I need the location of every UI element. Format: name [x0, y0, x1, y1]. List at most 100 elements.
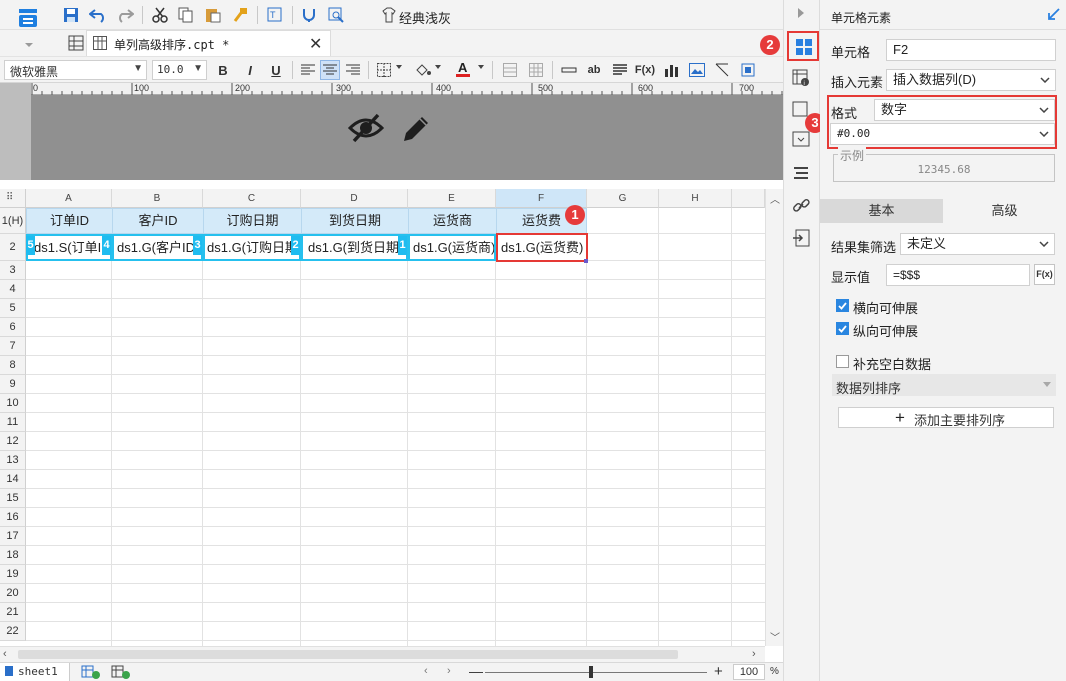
image-icon[interactable]	[687, 60, 707, 80]
fill-handle[interactable]	[584, 259, 588, 263]
preview-icon[interactable]	[326, 5, 346, 25]
hyperlink-icon[interactable]	[792, 197, 812, 217]
row-header[interactable]: 9	[0, 375, 26, 394]
spreadsheet-grid[interactable]: ⠿ A B C D E F G H 1(H) 2 3 4 5 6 7 8 9 10 11 12 13 14…	[0, 189, 765, 646]
row-header[interactable]: 4	[0, 280, 26, 299]
cell-B1[interactable]: 客户ID	[112, 208, 204, 234]
theme-label[interactable]: 经典浅灰	[399, 8, 451, 27]
underline-icon[interactable]: U	[266, 60, 286, 80]
horizontal-scrollbar[interactable]: ‹ ›	[0, 646, 765, 662]
row-header[interactable]: 19	[0, 565, 26, 584]
row-header[interactable]: 14	[0, 470, 26, 489]
chevron-down-icon[interactable]: ﹀	[770, 629, 780, 644]
pin-icon[interactable]	[1048, 8, 1060, 20]
slash-icon[interactable]	[712, 60, 732, 80]
copy-icon[interactable]	[176, 5, 196, 25]
condition-attr-icon[interactable]	[792, 165, 812, 185]
row-header[interactable]: 2	[0, 234, 26, 261]
insert-element-select[interactable]: 插入数据列(D)	[886, 69, 1056, 91]
merge-cells-icon[interactable]	[500, 60, 520, 80]
fill-color-icon[interactable]	[413, 60, 433, 80]
formula-button[interactable]: F(x)	[1034, 264, 1055, 285]
data-sort-header[interactable]: 数据列排序	[832, 374, 1056, 396]
row-header[interactable]: 3	[0, 261, 26, 280]
cell-E2[interactable]: ds1.G(运货商)	[408, 234, 496, 261]
cell-D1[interactable]: 到货日期	[301, 208, 409, 234]
cell-C2[interactable]: ds1.G(订购日期	[203, 234, 301, 261]
subreport-icon[interactable]	[738, 60, 758, 80]
add-dashboard-sheet-icon[interactable]	[110, 663, 132, 681]
row-header[interactable]: 21	[0, 603, 26, 622]
redo-icon[interactable]	[115, 5, 135, 25]
cell-name-input[interactable]: F2	[886, 39, 1056, 61]
parameter-icon[interactable]	[299, 5, 319, 25]
align-left-icon[interactable]	[298, 60, 318, 80]
add-report-sheet-icon[interactable]	[80, 663, 102, 681]
row-header[interactable]: 12	[0, 432, 26, 451]
column-header[interactable]: C	[203, 189, 301, 208]
grid-corner[interactable]: ⠿	[0, 189, 26, 208]
cell-attr-icon[interactable]: i	[792, 69, 812, 89]
row-header[interactable]: 16	[0, 508, 26, 527]
row-header[interactable]: 22	[0, 622, 26, 641]
formula-icon[interactable]: F(x)	[635, 60, 655, 80]
grid-icon[interactable]	[66, 33, 86, 53]
bold-icon[interactable]: B	[213, 60, 233, 80]
row-header[interactable]: 6	[0, 318, 26, 337]
border-icon[interactable]	[374, 60, 394, 80]
format-type-select[interactable]: 数字	[874, 99, 1055, 121]
cell-E1[interactable]: 运货商	[408, 208, 497, 234]
tab-file[interactable]: 单列高级排序.cpt * ✕	[86, 30, 331, 56]
cell-A2[interactable]: ds1.S(订单ID	[26, 234, 112, 261]
column-header[interactable]: H	[659, 189, 732, 208]
chevron-down-icon[interactable]	[478, 65, 484, 69]
insert-text-icon[interactable]	[559, 60, 579, 80]
save-icon[interactable]	[61, 5, 81, 25]
fill-blank-checkbox[interactable]	[836, 355, 849, 368]
format-pattern-select[interactable]: #0.00	[830, 123, 1055, 145]
close-icon[interactable]: ✕	[309, 34, 322, 54]
column-header[interactable]: E	[408, 189, 496, 208]
undo-icon[interactable]	[88, 5, 108, 25]
chevron-up-icon[interactable]: ︿	[770, 191, 780, 206]
format-painter-icon[interactable]	[230, 5, 250, 25]
display-value-input[interactable]: =$$$	[886, 264, 1030, 286]
font-color-icon[interactable]: A	[453, 59, 473, 79]
cell-A1[interactable]: 订单ID	[26, 208, 113, 234]
template-tree-toggle[interactable]	[0, 30, 62, 56]
zoom-out-icon[interactable]: —	[469, 663, 483, 679]
data-import-icon[interactable]	[792, 229, 812, 249]
chevron-right-icon[interactable]: ›	[752, 648, 756, 660]
cell-element-tab[interactable]	[787, 31, 819, 61]
next-sheet-icon[interactable]: ›	[447, 665, 451, 677]
collapse-arrow-icon[interactable]	[798, 8, 804, 18]
row-header[interactable]: 18	[0, 546, 26, 565]
row-header[interactable]: 1(H)	[0, 208, 26, 234]
row-header[interactable]: 20	[0, 584, 26, 603]
chevron-left-icon[interactable]: ‹	[3, 648, 7, 660]
align-right-icon[interactable]	[343, 60, 363, 80]
font-family-select[interactable]: 微软雅黑 ▼	[4, 60, 147, 80]
unmerge-cells-icon[interactable]	[526, 60, 546, 80]
column-header[interactable]: G	[587, 189, 659, 208]
find-replace-icon[interactable]: T	[265, 5, 285, 25]
dropdown-widget-icon[interactable]	[792, 131, 812, 151]
align-center-icon[interactable]	[320, 60, 340, 80]
h-expand-checkbox[interactable]	[836, 299, 849, 312]
tab-basic[interactable]: 基本	[820, 199, 943, 223]
cell-B2[interactable]: ds1.G(客户ID	[112, 234, 203, 261]
add-sort-button[interactable]: + 添加主要排列序	[838, 407, 1054, 428]
edit-pencil-icon[interactable]	[400, 111, 432, 145]
cell-F2-selected[interactable]: ds1.G(运货费)	[496, 233, 588, 262]
theme-icon[interactable]	[379, 5, 399, 25]
tab-advanced[interactable]: 高级	[943, 199, 1066, 223]
zoom-input[interactable]: 100	[733, 664, 765, 680]
row-header[interactable]: 17	[0, 527, 26, 546]
column-header[interactable]: A	[26, 189, 112, 208]
row-header[interactable]: 7	[0, 337, 26, 356]
app-logo-icon[interactable]	[16, 6, 40, 30]
zoom-slider-track[interactable]	[485, 672, 707, 673]
column-header-empty[interactable]	[732, 189, 765, 208]
insert-paragraph-icon[interactable]	[610, 60, 630, 80]
chevron-down-icon[interactable]	[396, 65, 402, 69]
